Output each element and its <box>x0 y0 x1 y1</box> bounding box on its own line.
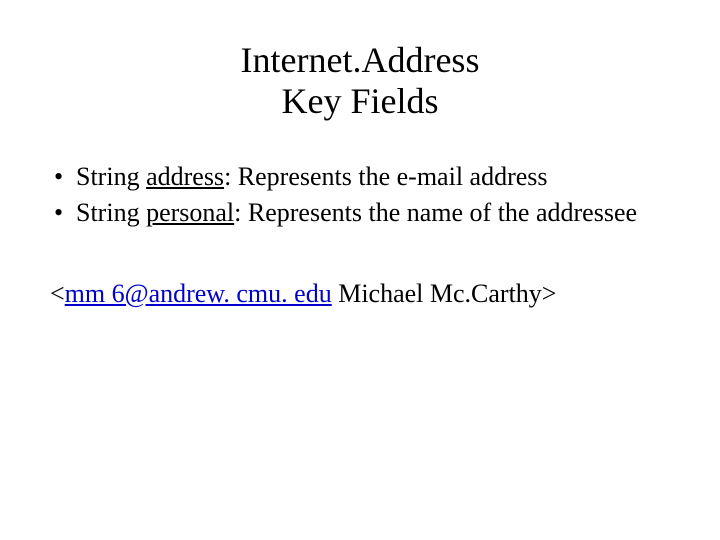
example-line: <mm 6@andrew. cmu. edu Michael Mc.Carthy… <box>50 278 670 311</box>
example-name: Michael Mc.Carthy> <box>332 279 557 308</box>
bullet-text-prefix: String <box>76 198 146 227</box>
bullet-text-prefix: String <box>76 162 146 191</box>
list-item: String personal: Represents the name of … <box>50 197 670 230</box>
title-line-1: Internet.Address <box>241 40 480 80</box>
bullet-field-name: personal <box>146 198 234 227</box>
title-line-2: Key Fields <box>282 81 439 121</box>
angle-bracket-open: < <box>50 279 65 308</box>
email-link[interactable]: mm 6@andrew. cmu. edu <box>65 279 332 308</box>
bullet-list: String address: Represents the e-mail ad… <box>50 161 670 230</box>
bullet-field-name: address <box>146 162 224 191</box>
bullet-text-rest: : Represents the name of the addressee <box>234 198 637 227</box>
list-item: String address: Represents the e-mail ad… <box>50 161 670 194</box>
slide-title: Internet.Address Key Fields <box>50 40 670 123</box>
bullet-text-rest: : Represents the e-mail address <box>224 162 547 191</box>
